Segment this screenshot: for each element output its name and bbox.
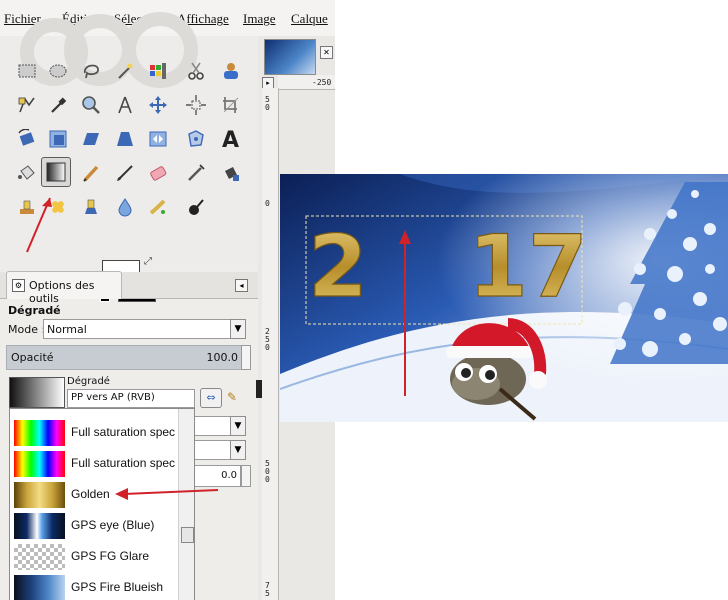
ruler-label: 0: [265, 343, 270, 352]
horizontal-ruler: -250: [278, 75, 335, 90]
canvas-image: 2 17: [280, 174, 728, 422]
close-icon[interactable]: ✕: [320, 46, 333, 59]
ruler-label: 5: [265, 589, 270, 598]
svg-text:2: 2: [308, 217, 368, 317]
svg-text:17: 17: [468, 217, 588, 317]
ruler-label: 0: [265, 475, 270, 484]
ruler-label: 0: [265, 103, 270, 112]
annotation-arrows: [26, 197, 219, 500]
menu-calque[interactable]: Calque: [291, 11, 328, 27]
vertical-ruler: 5 0 0 2 5 0 5 0 0 7 5: [262, 88, 279, 600]
ruler-label: 0: [265, 199, 270, 208]
arrowhead-icon: [115, 488, 128, 500]
ruler-label: -250: [312, 78, 332, 87]
annotation-arrow-to-golden: [124, 489, 219, 495]
image-tab-thumbnail[interactable]: [264, 39, 316, 75]
